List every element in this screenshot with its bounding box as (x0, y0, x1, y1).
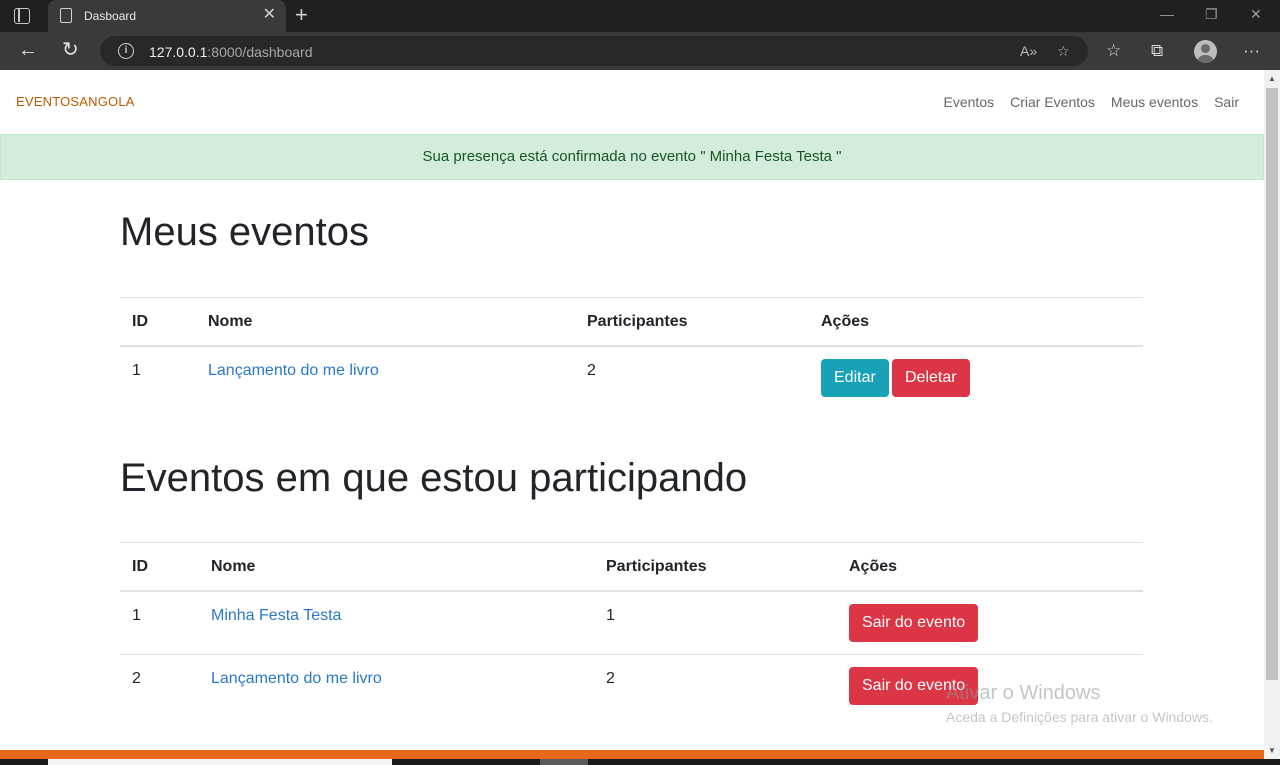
profile-avatar-icon[interactable] (1194, 40, 1217, 63)
column-header: ID (132, 313, 148, 330)
site-navbar: EVENTOSANGOLA Eventos Criar Eventos Meus… (0, 70, 1264, 134)
site-info-icon[interactable]: i (118, 43, 134, 59)
edit-button[interactable]: Editar (821, 359, 889, 397)
nav-links: Eventos Criar Eventos Meus eventos Sair (944, 94, 1239, 110)
taskbar-item[interactable] (540, 759, 588, 765)
event-name-link[interactable]: Lançamento do me livro (211, 670, 382, 688)
column-header: Participantes (606, 558, 707, 575)
watermark-title: Ativar o Windows (946, 682, 1101, 704)
delete-button[interactable]: Deletar (892, 359, 970, 397)
column-header: Participantes (587, 313, 688, 330)
restore-icon[interactable]: ❐ (1205, 6, 1218, 23)
taskbar-item[interactable] (48, 759, 392, 765)
column-header: ID (132, 558, 148, 575)
event-id: 1 (132, 607, 141, 624)
success-alert: Sua presença está confirmada no evento "… (0, 134, 1264, 180)
table-header: ID Nome Participantes Ações (120, 542, 1143, 592)
scroll-up-icon[interactable]: ▲ (1268, 74, 1276, 83)
leave-event-button[interactable]: Sair do evento (849, 604, 979, 642)
event-name-link[interactable]: Minha Festa Testa (211, 607, 341, 625)
nav-link-meus-eventos[interactable]: Meus eventos (1111, 94, 1198, 110)
page-viewport: EVENTOSANGOLA Eventos Criar Eventos Meus… (0, 70, 1264, 765)
table-row: 1 Minha Festa Testa 1 Sair do evento (120, 592, 1143, 655)
event-name-link[interactable]: Lançamento do me livro (208, 362, 379, 380)
column-header: Ações (849, 558, 898, 575)
column-header: Nome (208, 313, 253, 330)
add-favorite-icon[interactable]: ☆ (1057, 43, 1070, 60)
close-window-icon[interactable]: ✕ (1250, 6, 1262, 23)
collections-icon[interactable]: ⧉ (1151, 41, 1163, 61)
scroll-down-icon[interactable]: ▼ (1268, 746, 1276, 755)
new-tab-icon[interactable]: + (295, 3, 308, 27)
scrollbar-thumb[interactable] (1266, 88, 1278, 680)
back-icon[interactable]: ← (18, 39, 38, 61)
close-tab-icon[interactable]: ✕ (263, 6, 276, 24)
nav-link-sair[interactable]: Sair (1214, 94, 1239, 110)
browser-tab-bar: Dasboard ✕ + — ❐ ✕ (0, 0, 1280, 32)
page-scrollbar[interactable]: ▲ ▼ (1264, 70, 1280, 765)
my-events-title: Meus eventos (120, 210, 370, 254)
browser-toolbar: ← ↻ i 127.0.0.1:8000/dashboard A» ☆ ☆ ⧉ … (0, 32, 1280, 70)
event-id: 2 (132, 670, 141, 687)
event-participants: 2 (606, 670, 615, 687)
minimize-icon[interactable]: — (1160, 6, 1174, 22)
read-aloud-icon[interactable]: A» (1020, 43, 1037, 59)
event-participants: 1 (606, 607, 615, 624)
nav-link-eventos[interactable]: Eventos (944, 94, 995, 110)
watermark-subtitle: Aceda a Definições para ativar o Windows… (946, 709, 1213, 725)
nav-link-criar-eventos[interactable]: Criar Eventos (1010, 94, 1095, 110)
column-header: Ações (821, 313, 870, 330)
column-header: Nome (211, 558, 256, 575)
brand-logo[interactable]: EVENTOSANGOLA (16, 94, 135, 109)
event-participants: 2 (587, 362, 596, 379)
browser-tab[interactable]: Dasboard ✕ (48, 0, 286, 32)
taskbar (0, 759, 1280, 765)
tab-title: Dasboard (84, 9, 137, 23)
windows-activation-watermark: Ativar o Windows Aceda a Definições para… (946, 682, 1213, 725)
address-bar[interactable]: i 127.0.0.1:8000/dashboard A» ☆ (100, 36, 1088, 66)
refresh-icon[interactable]: ↻ (62, 39, 79, 61)
participating-events-title: Eventos em que estou participando (120, 456, 748, 500)
my-events-table: ID Nome Participantes Ações 1 Lançamento… (120, 297, 1143, 410)
table-header: ID Nome Participantes Ações (120, 297, 1143, 347)
favorites-icon[interactable]: ☆ (1106, 41, 1121, 61)
event-id: 1 (132, 362, 141, 379)
page-icon (60, 8, 72, 23)
more-menu-icon[interactable]: ··· (1243, 41, 1260, 61)
url-text: 127.0.0.1:8000/dashboard (149, 44, 313, 60)
tab-actions-icon[interactable] (14, 8, 30, 24)
table-row: 1 Lançamento do me livro 2 Editar Deleta… (120, 347, 1143, 410)
